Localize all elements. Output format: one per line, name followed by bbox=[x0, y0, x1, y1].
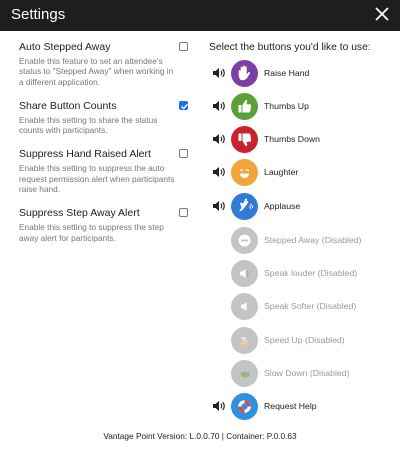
button-row-raise-hand[interactable]: Raise Hand bbox=[209, 60, 394, 88]
button-label: Raise Hand bbox=[264, 68, 310, 78]
raise-hand-icon[interactable] bbox=[231, 60, 258, 87]
button-label: Applause bbox=[264, 201, 301, 211]
button-row-thumbs-down[interactable]: Thumbs Down bbox=[209, 126, 394, 154]
button-row-slow-down[interactable]: Slow Down (Disabled) bbox=[209, 360, 394, 388]
auto-stepped-away-checkbox[interactable] bbox=[179, 42, 188, 51]
button-label: Thumbs Up bbox=[264, 101, 309, 111]
suppress-hand-raised-alert-checkbox[interactable] bbox=[179, 149, 188, 159]
speaker-icon[interactable] bbox=[212, 133, 226, 145]
button-label: Laughter bbox=[264, 167, 299, 177]
button-row-request-help[interactable]: Request Help bbox=[209, 393, 394, 421]
check-icon bbox=[181, 103, 188, 110]
speak-louder-icon[interactable] bbox=[231, 260, 258, 287]
speaker-icon[interactable] bbox=[212, 100, 226, 112]
slow-down-icon[interactable] bbox=[231, 360, 258, 387]
button-row-stepped-away[interactable]: Stepped Away (Disabled) bbox=[209, 227, 394, 255]
share-button-counts-checkbox[interactable] bbox=[179, 100, 188, 110]
window-title: Settings bbox=[11, 6, 66, 23]
version-footer: Vantage Point Version: L.0.0.70 | Contai… bbox=[103, 431, 297, 441]
setting-title: Suppress Step Away Alert bbox=[19, 207, 140, 220]
close-icon[interactable] bbox=[373, 5, 391, 23]
button-label: Speak Softer (Disabled) bbox=[264, 301, 357, 311]
setting-description: Enable this setting to suppress the auto… bbox=[19, 163, 175, 195]
thumbs-up-icon[interactable] bbox=[231, 93, 258, 120]
button-row-speed-up[interactable]: Speed Up (Disabled) bbox=[209, 327, 394, 355]
buttons-panel-header: Select the buttons you'd like to use: bbox=[209, 42, 371, 53]
button-label: Speak louder (Disabled) bbox=[264, 268, 358, 278]
stepped-away-icon[interactable] bbox=[231, 227, 258, 254]
button-row-thumbs-up[interactable]: Thumbs Up bbox=[209, 93, 394, 121]
setting-share-button-counts: Share Button Counts Enable this setting … bbox=[19, 100, 191, 136]
setting-title: Share Button Counts bbox=[19, 99, 117, 112]
suppress-step-away-alert-checkbox[interactable] bbox=[179, 208, 188, 218]
setting-title: Suppress Hand Raised Alert bbox=[19, 148, 151, 161]
button-row-applause[interactable]: Applause bbox=[209, 193, 394, 221]
button-label: Stepped Away (Disabled) bbox=[264, 235, 362, 245]
speaker-icon[interactable] bbox=[212, 400, 226, 412]
speaker-icon[interactable] bbox=[212, 166, 226, 178]
settings-list: Auto Stepped Away Enable this feature to… bbox=[19, 41, 191, 256]
speaker-icon[interactable] bbox=[212, 200, 226, 212]
applause-icon[interactable] bbox=[231, 193, 258, 220]
speed-up-icon[interactable] bbox=[231, 327, 258, 354]
laughter-icon[interactable] bbox=[231, 159, 258, 186]
setting-suppress-hand-raised-alert: Suppress Hand Raised Alert Enable this s… bbox=[19, 148, 191, 194]
thumbs-down-icon[interactable] bbox=[231, 126, 258, 153]
speak-softer-icon[interactable] bbox=[231, 293, 258, 320]
setting-description: Enable this setting to suppress the step… bbox=[19, 222, 164, 243]
setting-auto-stepped-away: Auto Stepped Away Enable this feature to… bbox=[19, 41, 191, 87]
buttons-panel: Select the buttons you'd like to use: Ra… bbox=[209, 41, 394, 420]
speaker-icon[interactable] bbox=[212, 67, 226, 79]
setting-suppress-step-away-alert: Suppress Step Away Alert Enable this set… bbox=[19, 207, 191, 243]
request-help-icon[interactable] bbox=[231, 393, 258, 420]
button-label: Request Help bbox=[264, 401, 317, 411]
button-label: Slow Down (Disabled) bbox=[264, 368, 350, 378]
button-row-speak-softer[interactable]: Speak Softer (Disabled) bbox=[209, 293, 394, 321]
setting-title: Auto Stepped Away bbox=[19, 41, 111, 53]
setting-description: Enable this feature to set an attendee's… bbox=[19, 56, 174, 87]
button-label: Speed Up (Disabled) bbox=[264, 335, 345, 345]
button-row-laughter[interactable]: Laughter bbox=[209, 159, 394, 187]
button-label: Thumbs Down bbox=[264, 134, 321, 144]
title-bar: Settings bbox=[0, 0, 400, 31]
button-row-speak-louder[interactable]: Speak louder (Disabled) bbox=[209, 260, 394, 288]
setting-description: Enable this setting to share the status … bbox=[19, 114, 158, 136]
